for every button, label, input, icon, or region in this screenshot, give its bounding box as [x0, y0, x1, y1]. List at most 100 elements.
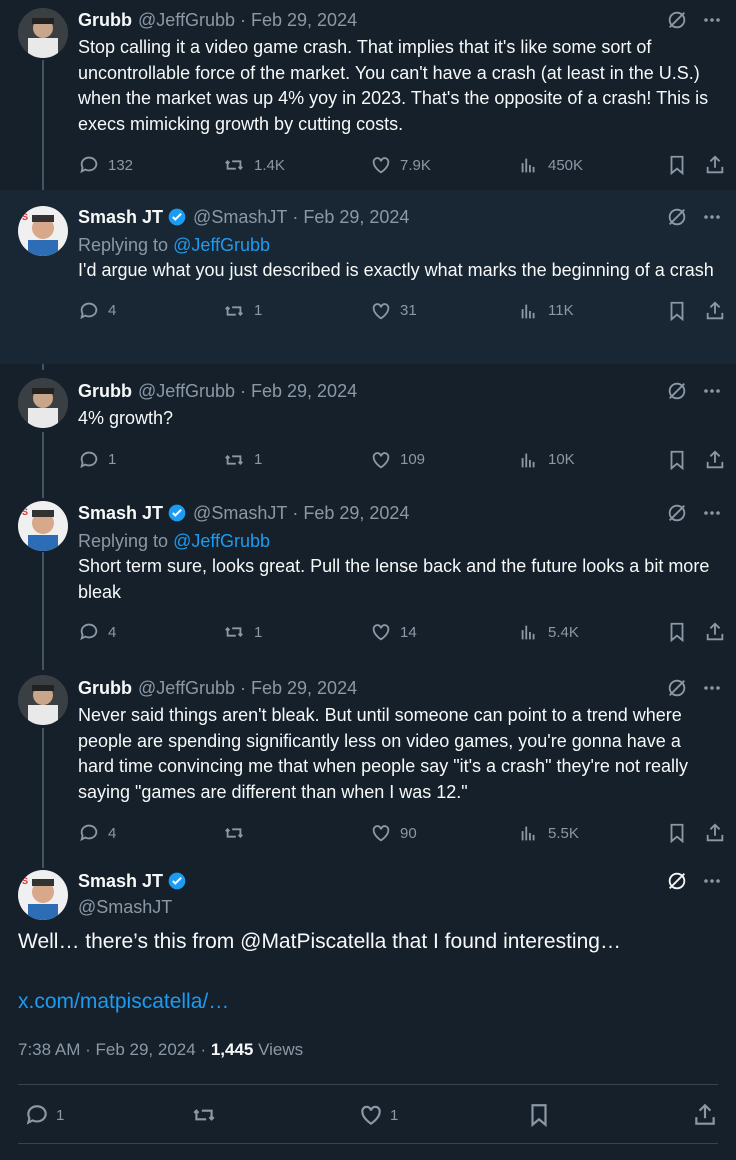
- views-button[interactable]: 11K: [518, 298, 574, 324]
- grok-icon[interactable]: [666, 870, 688, 892]
- tweet-header: Smash JT @SmashJT · Feb 29, 2024: [78, 204, 736, 230]
- tweet-text: Short term sure, looks great. Pull the l…: [78, 556, 710, 602]
- retweet-button[interactable]: [190, 1097, 224, 1133]
- reply-button[interactable]: 1: [78, 447, 116, 473]
- bookmark-button[interactable]: [666, 619, 696, 645]
- more-icon[interactable]: [702, 10, 722, 30]
- tweet-date[interactable]: Feb 29, 2024: [251, 7, 357, 33]
- bookmark-button[interactable]: [666, 447, 696, 473]
- reply-button[interactable]: 4: [78, 298, 116, 324]
- view-count: 11K: [548, 302, 574, 319]
- avatar[interactable]: [18, 378, 68, 428]
- tweet[interactable]: Grubb @JeffGrubb · Feb 29, 2024 Stop cal…: [0, 0, 736, 190]
- tweet-date[interactable]: Feb 29, 2024: [303, 500, 409, 526]
- retweet-button[interactable]: 1.4K: [222, 152, 285, 178]
- author-name[interactable]: Smash JT: [78, 868, 163, 894]
- tweet-actions: 4 1 31 11K: [78, 298, 736, 324]
- tweet[interactable]: Grubb @JeffGrubb · Feb 29, 2024 Never sa…: [0, 661, 736, 858]
- share-button[interactable]: [704, 447, 734, 473]
- tweet-date[interactable]: Feb 29, 2024: [251, 675, 357, 701]
- views-button[interactable]: 5.4K: [518, 619, 579, 645]
- like-icon: [372, 825, 390, 842]
- avatar[interactable]: S: [18, 870, 68, 920]
- like-count: 31: [400, 302, 417, 319]
- views-button[interactable]: 450K: [518, 152, 583, 178]
- tweet-time[interactable]: 7:38 AM: [18, 1040, 80, 1059]
- reply-mention[interactable]: @JeffGrubb: [173, 235, 270, 255]
- author-handle[interactable]: @SmashJT: [78, 894, 736, 920]
- author-name[interactable]: Grubb: [78, 7, 132, 33]
- more-icon[interactable]: [702, 678, 722, 698]
- tweet[interactable]: S Smash JT @SmashJT · Feb 29, 2024 Reply…: [0, 190, 736, 364]
- grok-icon[interactable]: [666, 380, 688, 402]
- retweet-count: 1.4K: [254, 156, 285, 174]
- reply-button[interactable]: 1: [24, 1097, 64, 1133]
- views-button[interactable]: 10K: [518, 447, 575, 473]
- retweet-button[interactable]: 1: [222, 298, 262, 324]
- like-button[interactable]: 14: [370, 619, 417, 645]
- views-label: Views: [258, 1040, 304, 1059]
- retweet-icon: [225, 160, 243, 170]
- tweet-link[interactable]: x.com/matpiscatella/…: [0, 988, 736, 1016]
- like-count: 1: [390, 1106, 399, 1124]
- author-name[interactable]: Grubb: [78, 378, 132, 404]
- separator-dot: ·: [240, 10, 246, 30]
- separator-dot: ·: [240, 678, 246, 698]
- avatar[interactable]: [18, 675, 68, 725]
- share-button[interactable]: [704, 820, 734, 846]
- more-icon[interactable]: [702, 503, 722, 523]
- author-handle[interactable]: @JeffGrubb: [138, 675, 235, 701]
- retweet-button[interactable]: 1: [222, 447, 262, 473]
- grok-icon[interactable]: [666, 502, 688, 524]
- more-icon[interactable]: [702, 381, 722, 401]
- bookmark-button[interactable]: [666, 820, 696, 846]
- grok-icon[interactable]: [666, 677, 688, 699]
- reply-count: 1: [108, 451, 117, 468]
- share-button[interactable]: [692, 1097, 724, 1133]
- author-handle[interactable]: @JeffGrubb: [138, 378, 235, 404]
- author-handle[interactable]: @JeffGrubb: [138, 7, 235, 33]
- bookmark-button[interactable]: [526, 1097, 558, 1133]
- grok-icon[interactable]: [666, 9, 688, 31]
- avatar[interactable]: S: [18, 501, 68, 551]
- retweet-count: 1: [254, 302, 263, 319]
- reply-button[interactable]: 4: [78, 820, 116, 846]
- tweet[interactable]: Grubb @JeffGrubb · Feb 29, 2024 4% growt…: [0, 364, 736, 487]
- share-button[interactable]: [704, 619, 734, 645]
- author-name[interactable]: Grubb: [78, 675, 132, 701]
- tweet-date[interactable]: Feb 29, 2024: [251, 378, 357, 404]
- author-name[interactable]: Smash JT: [78, 500, 163, 526]
- like-button[interactable]: 31: [370, 298, 417, 324]
- more-icon[interactable]: [702, 207, 722, 227]
- like-button[interactable]: 7.9K: [370, 152, 431, 178]
- reply-mention[interactable]: @JeffGrubb: [173, 531, 270, 551]
- more-icon[interactable]: [702, 871, 722, 891]
- author-handle[interactable]: @SmashJT: [193, 500, 287, 526]
- views-button[interactable]: 5.5K: [518, 820, 579, 846]
- like-button[interactable]: 90: [370, 820, 417, 846]
- like-button[interactable]: 109: [370, 447, 425, 473]
- retweet-button[interactable]: 1: [222, 619, 262, 645]
- tweet-date[interactable]: Feb 29, 2024: [303, 204, 409, 230]
- reply-button[interactable]: 4: [78, 619, 116, 645]
- bookmark-button[interactable]: [666, 298, 696, 324]
- retweet-icon: [225, 828, 243, 838]
- views-count: 1,445: [210, 1040, 254, 1059]
- views-icon: [521, 625, 535, 640]
- share-button[interactable]: [704, 298, 734, 324]
- tweet[interactable]: S Smash JT @SmashJT · Feb 29, 2024 Reply…: [0, 487, 736, 661]
- reply-button[interactable]: 132: [78, 152, 133, 178]
- reply-count: 4: [108, 824, 117, 842]
- retweet-button[interactable]: [222, 820, 254, 846]
- author-handle[interactable]: @SmashJT: [193, 204, 287, 230]
- grok-icon[interactable]: [666, 206, 688, 228]
- tweet-date[interactable]: Feb 29, 2024: [96, 1040, 196, 1059]
- avatar[interactable]: S: [18, 206, 68, 256]
- share-button[interactable]: [704, 152, 734, 178]
- bookmark-button[interactable]: [666, 152, 696, 178]
- bookmark-icon: [670, 622, 684, 643]
- author-name[interactable]: Smash JT: [78, 204, 163, 230]
- like-button[interactable]: 1: [358, 1097, 398, 1133]
- avatar[interactable]: [18, 8, 68, 58]
- tweet-text: Never said things aren't bleak. But unti…: [78, 705, 688, 802]
